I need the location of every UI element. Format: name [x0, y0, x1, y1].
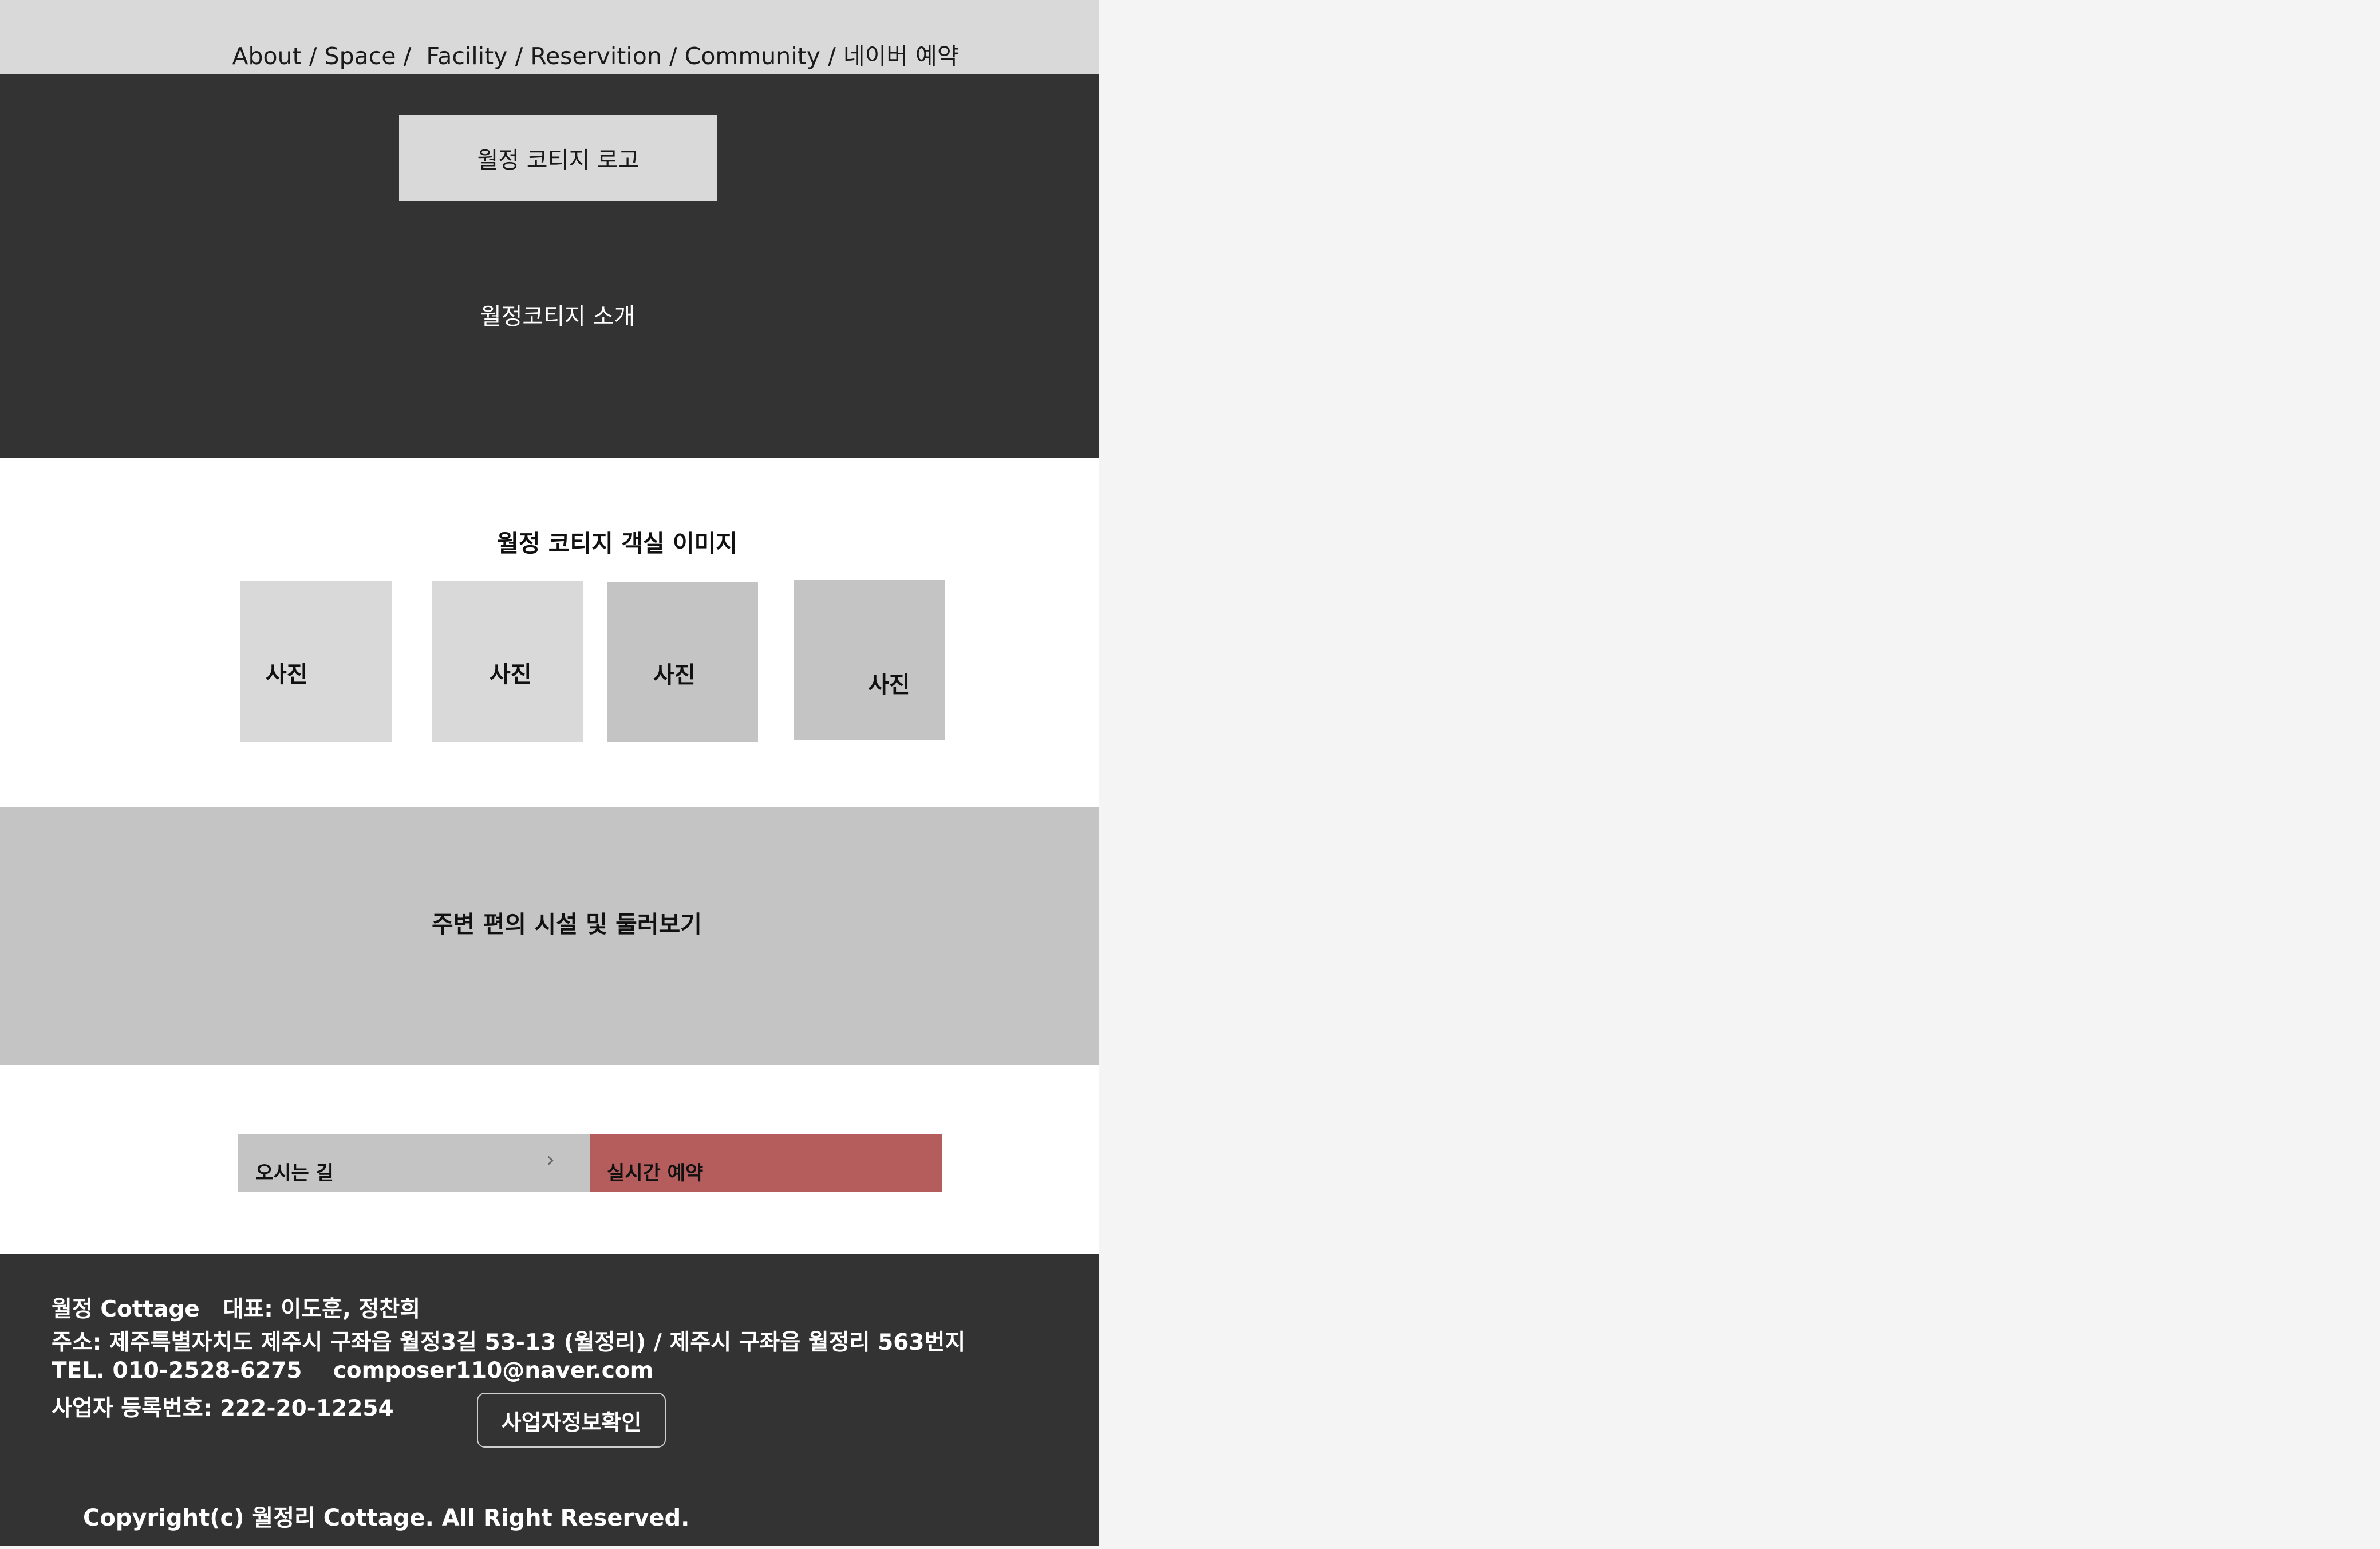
- business-info-button[interactable]: 사업자정보확인: [477, 1393, 666, 1448]
- photo-label: 사진: [266, 661, 308, 688]
- intro-text: 월정코티지 소개: [480, 304, 636, 330]
- nav-separator: /: [396, 42, 427, 70]
- directions-button[interactable]: 오시는 길 ›: [238, 1134, 590, 1192]
- photo-label: 사진: [490, 661, 532, 688]
- page: About / Space / Facility / Reservition /…: [0, 0, 1099, 1546]
- logo-placeholder[interactable]: 월정 코티지 로고: [399, 115, 717, 201]
- photo-label: 사진: [653, 662, 696, 688]
- copyright: Copyright(c) 월정리 Cottage. All Right Rese…: [83, 1505, 690, 1531]
- room-photo[interactable]: 사진: [432, 581, 583, 742]
- footer-contact-line: TEL. 010-2528-6275 composer110@naver.com: [52, 1358, 653, 1384]
- reservation-label: 실시간 예약: [607, 1162, 704, 1185]
- room-photo[interactable]: 사진: [794, 580, 945, 740]
- surroundings-label: 주변 편의 시설 및 둘러보기: [431, 911, 702, 938]
- nav-item-about[interactable]: About: [232, 42, 301, 70]
- logo-label: 월정 코티지 로고: [477, 147, 640, 174]
- footer-company-name: 월정 Cottage: [52, 1296, 200, 1322]
- business-info-label: 사업자정보확인: [501, 1409, 642, 1435]
- footer-business-number: 사업자 등록번호: 222-20-12254: [52, 1396, 394, 1421]
- nav-item-community[interactable]: Community: [685, 42, 820, 70]
- nav-separator: /: [301, 42, 325, 70]
- footer-company-line: 월정 Cottage 대표: 이도훈, 정찬희: [52, 1291, 420, 1323]
- nav-separator: /: [661, 42, 685, 70]
- nav-separator: /: [820, 42, 843, 70]
- nav-item-naver-reservation[interactable]: 네이버 예약: [843, 42, 959, 70]
- reservation-button[interactable]: 실시간 예약: [590, 1134, 942, 1192]
- footer-address: 주소: 제주특별자치도 제주시 구좌읍 월정3길 53-13 (월정리) / 제…: [52, 1330, 966, 1355]
- room-photo[interactable]: 사진: [240, 581, 392, 742]
- gallery-title: 월정 코티지 객실 이미지: [496, 530, 738, 557]
- nav-links: About / Space / Facility / Reservition /…: [0, 37, 1191, 71]
- nav-item-reservation[interactable]: Reservition: [530, 42, 662, 70]
- chevron-right-icon: ›: [546, 1147, 555, 1172]
- photo-label: 사진: [868, 672, 910, 698]
- footer-representative: 대표: 이도훈, 정찬희: [223, 1296, 421, 1322]
- footer-email[interactable]: composer110@naver.com: [333, 1358, 654, 1384]
- nav-separator: /: [507, 42, 531, 70]
- footer-tel: TEL. 010-2528-6275: [52, 1358, 302, 1384]
- nav-item-facility[interactable]: Facility: [426, 42, 507, 70]
- directions-label: 오시는 길: [255, 1162, 334, 1185]
- nav-item-space[interactable]: Space: [325, 42, 396, 70]
- room-photo[interactable]: 사진: [607, 582, 758, 742]
